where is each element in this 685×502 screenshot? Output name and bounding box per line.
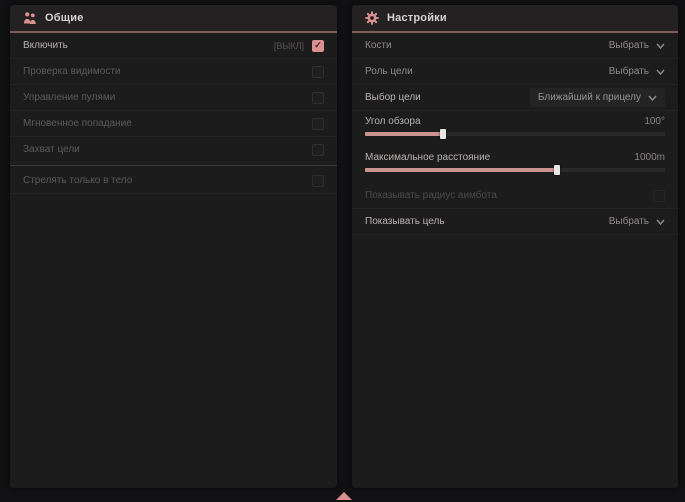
chevron-down-icon — [656, 219, 665, 225]
checkbox[interactable] — [312, 92, 324, 104]
dropdown[interactable]: Выбрать — [609, 40, 665, 51]
panel-settings: Настройки КостиВыбратьРоль целиВыбратьВы… — [352, 5, 678, 488]
chevron-down-icon — [648, 95, 657, 101]
slider-row-угол-обзора: Угол обзора 100° — [352, 111, 678, 147]
slider-track[interactable] — [365, 132, 665, 136]
row-label: Стрелять только в тело — [23, 175, 312, 186]
panel-settings-title: Настройки — [387, 12, 447, 24]
dropdown-row-роль-цели[interactable]: Роль целиВыбрать — [352, 59, 678, 85]
toggle-row-стрелять-только-в-тело[interactable]: Стрелять только в тело — [10, 168, 337, 194]
toggle-row-захват-цели[interactable]: Захват цели — [10, 137, 337, 163]
checkbox[interactable] — [312, 66, 324, 78]
slider-track[interactable] — [365, 168, 665, 172]
chevron-down-icon — [656, 43, 665, 49]
row-label: Показывать радиус аимбота — [365, 190, 653, 201]
row-label: Захват цели — [23, 144, 312, 155]
row-label: Управление пулями — [23, 92, 312, 103]
toggle-row-включить[interactable]: Включить[ВЫКЛ] ✓ — [10, 33, 337, 59]
row-label: Выбор цели — [365, 92, 530, 103]
toggle-row-управление-пулями[interactable]: Управление пулями — [10, 85, 337, 111]
dropdown-row-выбор-цели[interactable]: Выбор цели Ближайший к прицелу — [352, 85, 678, 111]
slider-fill — [365, 132, 443, 136]
toggle-row-показывать-радиус-аимбота[interactable]: Показывать радиус аимбота — [352, 183, 678, 209]
slider-label: Угол обзора — [365, 116, 421, 127]
dropdown[interactable]: Выбрать — [609, 216, 665, 227]
slider-value: 1000m — [634, 152, 665, 163]
checkbox[interactable] — [312, 144, 324, 156]
row-label: Включить — [23, 40, 274, 51]
people-icon — [23, 11, 37, 25]
row-label: Роль цели — [365, 66, 609, 77]
slider-fill — [365, 168, 557, 172]
panel-general-title: Общие — [45, 12, 84, 24]
gear-icon — [365, 11, 379, 25]
toggle-row-проверка-видимости[interactable]: Проверка видимости — [10, 59, 337, 85]
slider-handle[interactable] — [554, 165, 560, 175]
row-label: Показывать цель — [365, 216, 609, 227]
checkbox[interactable] — [653, 190, 665, 202]
panel-settings-header: Настройки — [352, 5, 678, 33]
dropdown-value: Выбрать — [609, 40, 649, 51]
slider-label: Максимальное расстояние — [365, 152, 490, 163]
checkbox[interactable] — [312, 118, 324, 130]
scroll-up-indicator[interactable] — [336, 492, 352, 500]
checkbox[interactable] — [312, 175, 324, 187]
check-icon: ✓ — [314, 41, 322, 50]
dropdown-value: Выбрать — [609, 66, 649, 77]
row-label: Кости — [365, 40, 609, 51]
slider-row-максимальное-расстояние: Максимальное расстояние 1000m — [352, 147, 678, 183]
dropdown[interactable]: Ближайший к прицелу — [530, 88, 665, 107]
row-label: Мгновенное попадание — [23, 118, 312, 129]
panel-general-rows: Включить[ВЫКЛ] ✓ Проверка видимости Управле… — [10, 33, 337, 194]
toggle-row-мгновенное-попадание[interactable]: Мгновенное попадание — [10, 111, 337, 137]
row-label: Проверка видимости — [23, 66, 312, 77]
keybind-hint: [ВЫКЛ] — [274, 41, 304, 51]
panel-general: Общие Включить[ВЫКЛ] ✓ Проверка видимости У… — [10, 5, 337, 488]
panel-settings-rows: КостиВыбратьРоль целиВыбратьВыбор целиБл… — [352, 33, 678, 235]
dropdown-row-показывать-цель[interactable]: Показывать цельВыбрать — [352, 209, 678, 235]
panel-general-header: Общие — [10, 5, 337, 33]
slider-value: 100° — [644, 116, 665, 127]
dropdown-row-кости[interactable]: КостиВыбрать — [352, 33, 678, 59]
checkbox[interactable]: ✓ — [312, 40, 324, 52]
dropdown-value: Ближайший к прицелу — [538, 92, 641, 103]
slider-handle[interactable] — [440, 129, 446, 139]
section-divider — [10, 165, 337, 166]
dropdown-value: Выбрать — [609, 216, 649, 227]
chevron-down-icon — [656, 69, 665, 75]
dropdown[interactable]: Выбрать — [609, 66, 665, 77]
